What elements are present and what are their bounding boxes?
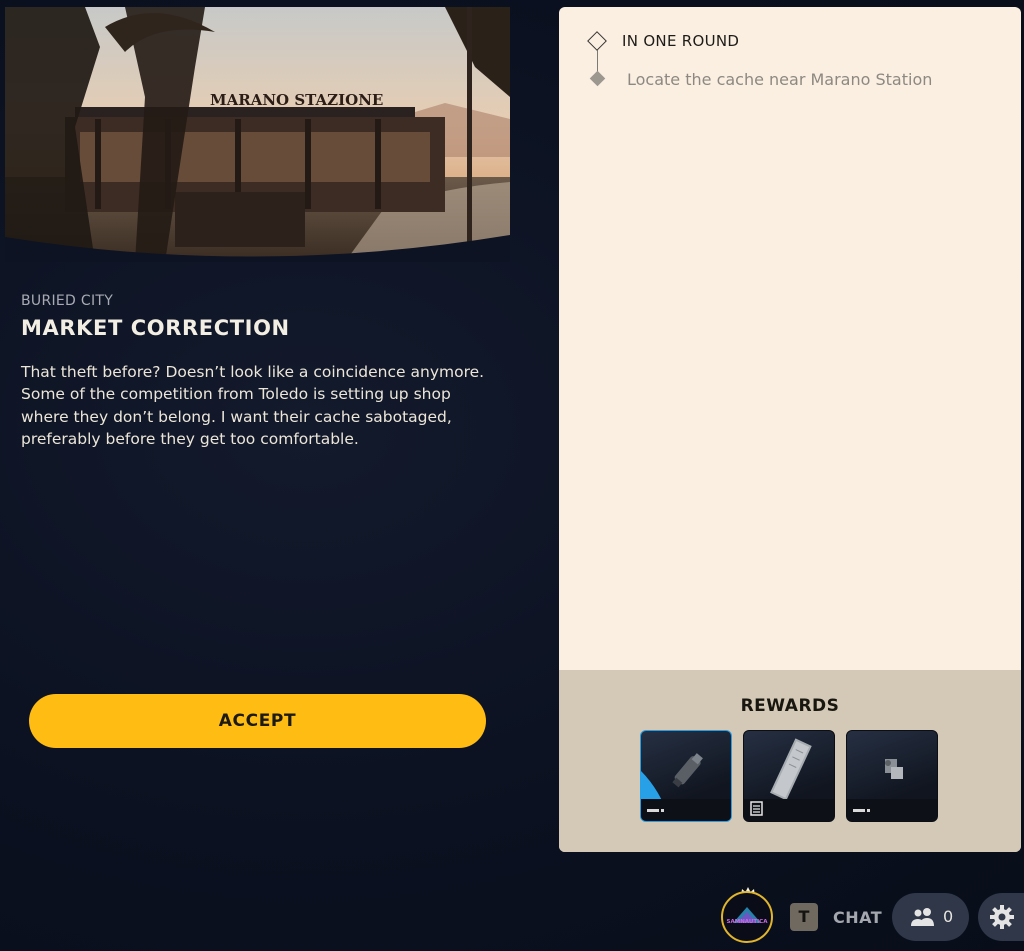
rarity-marker <box>853 809 865 812</box>
mission-location: BURIED CITY <box>21 293 114 309</box>
chat-key-hint: T <box>790 903 818 931</box>
rarity-marker <box>647 809 659 812</box>
reward-item-3[interactable] <box>846 730 938 822</box>
station-sign-text: MARANO STAZIONE <box>210 91 383 109</box>
rarity-marker-dot <box>661 809 664 812</box>
settings-button[interactable] <box>978 893 1024 941</box>
player-avatar[interactable]: SAMNAUTICA <box>721 891 773 943</box>
objectives-panel: IN ONE ROUND Locate the cache near Maran… <box>559 7 1021 852</box>
chat-button[interactable]: CHAT <box>833 908 882 927</box>
round-diamond-icon <box>587 31 607 51</box>
objective-diamond-icon <box>589 70 606 87</box>
objective-item: Locate the cache near Marano Station <box>627 70 933 89</box>
gear-icon <box>990 905 1014 929</box>
friends-button[interactable]: 0 <box>892 893 969 941</box>
rewards-section: REWARDS <box>559 670 1021 852</box>
reward-item-1[interactable] <box>640 730 732 822</box>
friends-count: 0 <box>943 907 954 926</box>
accept-button[interactable]: ACCEPT <box>29 694 486 748</box>
mission-title: MARKET CORRECTION <box>21 316 290 340</box>
rewards-title: REWARDS <box>740 696 840 716</box>
friends-icon <box>911 908 934 926</box>
bottom-bar: SAMNAUTICA T CHAT 0 <box>0 883 1024 951</box>
mission-description: That theft before? Doesn’t look like a c… <box>21 363 485 448</box>
mission-image: MARANO STAZIONE <box>5 7 510 262</box>
objective-header: IN ONE ROUND <box>622 32 740 50</box>
rarity-marker-dot <box>867 809 870 812</box>
avatar-logo-icon <box>733 907 761 923</box>
reward-item-2[interactable] <box>743 730 835 822</box>
avatar-text: SAMNAUTICA <box>726 919 768 925</box>
blueprint-icon <box>750 801 763 816</box>
